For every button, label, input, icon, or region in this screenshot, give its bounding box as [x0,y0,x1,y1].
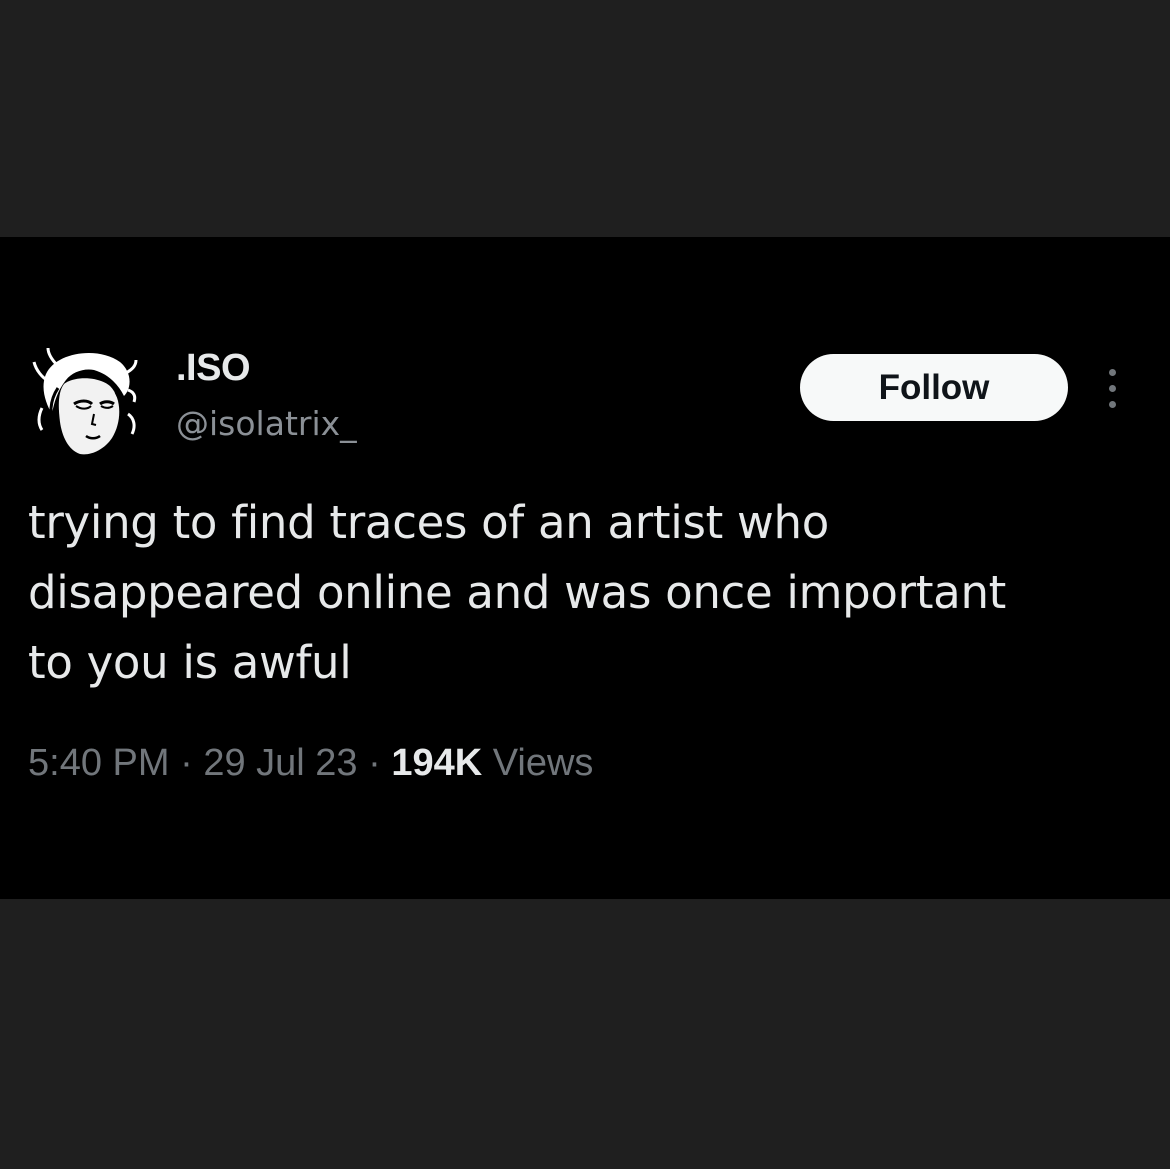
more-options-button[interactable] [1098,363,1128,415]
tweet-text-line: disappeared online and was once importan… [28,566,1007,619]
avatar-drawing-icon [32,347,138,455]
tweet-text: trying to find traces of an artist who d… [28,488,1138,698]
display-name[interactable]: .ISO [176,345,251,391]
tweet-text-line: trying to find traces of an artist who [28,496,829,549]
meta-separator: · [180,742,193,784]
user-handle[interactable]: @isolatrix_ [176,403,357,445]
views-label[interactable]: Views [493,742,594,784]
tweet-date[interactable]: 29 Jul 23 [203,742,357,784]
tweet-card: .ISO @isolatrix_ Follow trying to find t… [0,237,1170,899]
follow-button[interactable]: Follow [800,354,1068,421]
tweet-time[interactable]: 5:40 PM [28,742,170,784]
views-count[interactable]: 194K [391,742,482,784]
avatar[interactable] [28,344,138,459]
tweet-meta: 5:40 PM · 29 Jul 23 · 194K Views [28,736,593,790]
tweet-text-line: to you is awful [28,636,352,689]
meta-separator: · [368,742,381,784]
